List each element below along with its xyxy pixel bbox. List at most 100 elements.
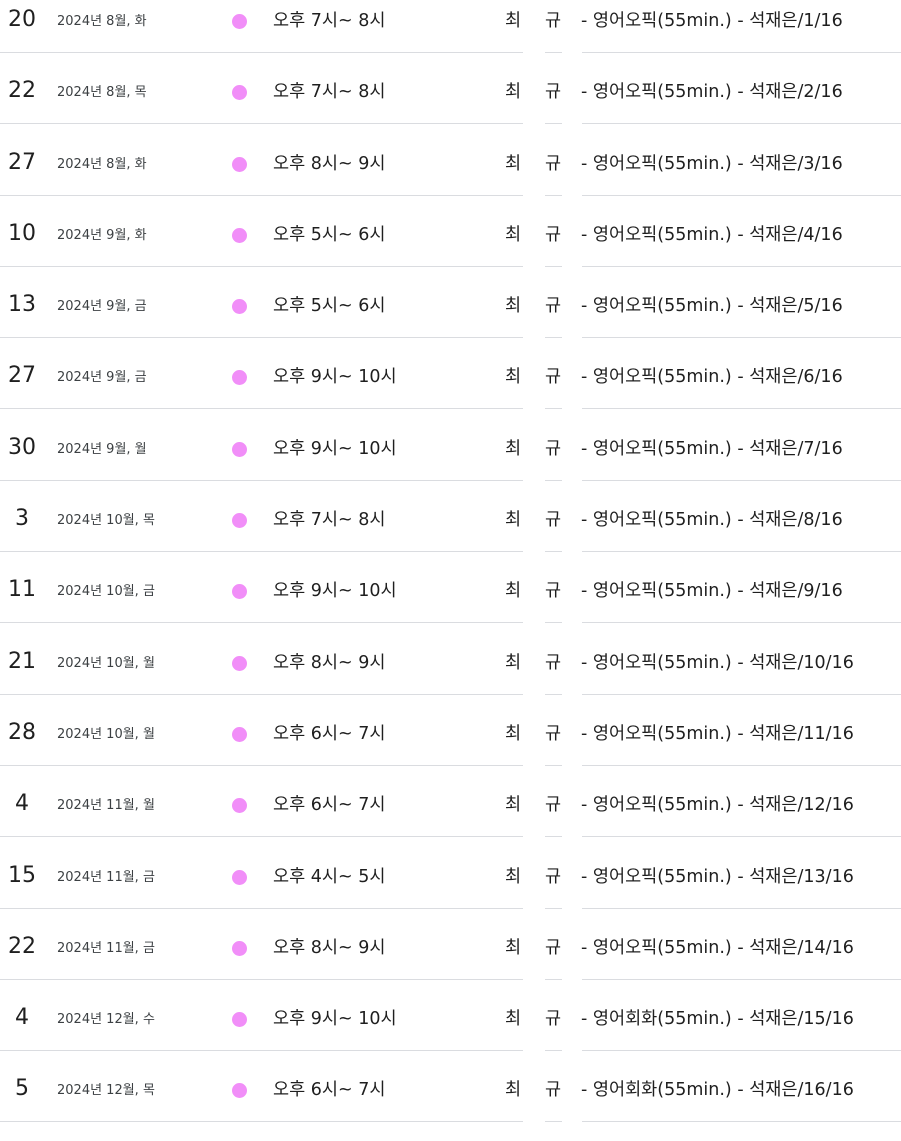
row-divider xyxy=(582,836,901,838)
row-divider xyxy=(0,1121,523,1123)
row-divider xyxy=(545,265,562,267)
agenda-event-row[interactable]: 5 2024년 12월, 목 오후 6시~ 7시 최 규 - 영어회화(55min.) -… xyxy=(0,1069,901,1140)
event-title[interactable]: - 영어오픽(55min.) - 석재은/1/16 xyxy=(581,0,843,42)
event-owner-char-1: 최 xyxy=(505,795,522,816)
row-divider xyxy=(545,1121,562,1123)
event-owner-char-1: 최 xyxy=(505,296,522,317)
event-day-number[interactable]: 28 xyxy=(0,713,44,753)
row-divider xyxy=(582,764,901,766)
row-divider xyxy=(0,693,523,695)
event-day-number[interactable]: 4 xyxy=(0,784,44,824)
row-divider xyxy=(582,337,901,339)
row-divider xyxy=(582,907,901,909)
event-title[interactable]: - 영어오픽(55min.) - 석재은/4/16 xyxy=(581,214,843,256)
row-divider xyxy=(0,337,523,339)
event-time: 오후 9시~ 10시 xyxy=(273,367,397,388)
event-day-number[interactable]: 21 xyxy=(0,642,44,682)
agenda-event-row[interactable]: 30 2024년 9월, 월 오후 9시~ 10시 최 규 - 영어오픽(55min.) … xyxy=(0,428,901,499)
event-day-number[interactable]: 22 xyxy=(0,927,44,967)
event-owner-char-1: 최 xyxy=(505,510,522,531)
row-divider xyxy=(0,836,523,838)
event-day-number[interactable]: 22 xyxy=(0,71,44,111)
row-divider xyxy=(582,1050,901,1052)
event-color-dot xyxy=(232,1012,247,1028)
event-owner-char-1: 최 xyxy=(505,937,522,958)
event-time: 오후 5시~ 6시 xyxy=(273,296,386,317)
event-title[interactable]: - 영어오픽(55min.) - 석재은/14/16 xyxy=(581,927,854,969)
agenda-event-row[interactable]: 3 2024년 10월, 목 오후 7시~ 8시 최 규 - 영어오픽(55min.) -… xyxy=(0,499,901,570)
event-day-number[interactable]: 27 xyxy=(0,356,44,396)
event-day-number[interactable]: 27 xyxy=(0,143,44,183)
event-owner-char-2: 규 xyxy=(545,1080,562,1101)
event-month-weekday: 2024년 10월, 목 xyxy=(57,513,155,529)
agenda-event-row[interactable]: 13 2024년 9월, 금 오후 5시~ 6시 최 규 - 영어오픽(55min.) -… xyxy=(0,285,901,356)
event-color-dot xyxy=(232,441,247,457)
event-title[interactable]: - 영어오픽(55min.) - 석재은/6/16 xyxy=(581,356,843,398)
event-month-weekday: 2024년 9월, 화 xyxy=(57,227,147,243)
agenda-event-row[interactable]: 20 2024년 8월, 화 오후 7시~ 8시 최 규 - 영어오픽(55min.) -… xyxy=(0,0,901,71)
event-title[interactable]: - 영어오픽(55min.) - 석재은/5/16 xyxy=(581,285,843,327)
row-divider xyxy=(545,836,562,838)
event-day-number[interactable]: 11 xyxy=(0,570,44,610)
event-month-weekday: 2024년 9월, 월 xyxy=(57,441,147,457)
event-title[interactable]: - 영어회화(55min.) - 석재은/16/16 xyxy=(581,1069,854,1111)
row-divider xyxy=(545,408,562,410)
row-divider xyxy=(545,479,562,481)
event-color-dot xyxy=(232,156,247,172)
event-day-number[interactable]: 3 xyxy=(0,499,44,539)
event-title[interactable]: - 영어오픽(55min.) - 석재은/12/16 xyxy=(581,784,854,826)
event-day-number[interactable]: 20 xyxy=(0,0,44,40)
event-month-weekday: 2024년 8월, 목 xyxy=(57,85,147,101)
agenda-event-row[interactable]: 11 2024년 10월, 금 오후 9시~ 10시 최 규 - 영어오픽(55min.)… xyxy=(0,570,901,641)
event-color-dot xyxy=(232,726,247,742)
row-divider xyxy=(0,479,523,481)
event-title[interactable]: - 영어오픽(55min.) - 석재은/7/16 xyxy=(581,428,843,470)
event-color-dot xyxy=(232,798,247,814)
agenda-event-row[interactable]: 27 2024년 8월, 화 오후 8시~ 9시 최 규 - 영어오픽(55min.) -… xyxy=(0,143,901,214)
row-divider xyxy=(582,693,901,695)
event-title[interactable]: - 영어오픽(55min.) - 석재은/10/16 xyxy=(581,642,854,684)
event-month-weekday: 2024년 9월, 금 xyxy=(57,299,147,315)
event-day-number[interactable]: 4 xyxy=(0,998,44,1038)
event-owner-char-1: 최 xyxy=(505,1009,522,1030)
event-time: 오후 8시~ 9시 xyxy=(273,153,386,174)
event-title[interactable]: - 영어오픽(55min.) - 석재은/13/16 xyxy=(581,856,854,898)
event-owner-char-1: 최 xyxy=(505,153,522,174)
agenda-event-row[interactable]: 4 2024년 12월, 수 오후 9시~ 10시 최 규 - 영어회화(55min.) … xyxy=(0,998,901,1069)
event-day-number[interactable]: 10 xyxy=(0,214,44,254)
event-title[interactable]: - 영어오픽(55min.) - 석재은/9/16 xyxy=(581,570,843,612)
row-divider xyxy=(545,194,562,196)
row-divider xyxy=(545,551,562,553)
agenda-event-row[interactable]: 27 2024년 9월, 금 오후 9시~ 10시 최 규 - 영어오픽(55min.) … xyxy=(0,356,901,427)
event-color-dot xyxy=(232,584,247,600)
agenda-event-row[interactable]: 22 2024년 11월, 금 오후 8시~ 9시 최 규 - 영어오픽(55min.) … xyxy=(0,927,901,998)
row-divider xyxy=(0,408,523,410)
event-day-number[interactable]: 13 xyxy=(0,285,44,325)
agenda-event-row[interactable]: 21 2024년 10월, 월 오후 8시~ 9시 최 규 - 영어오픽(55min.) … xyxy=(0,642,901,713)
event-month-weekday: 2024년 10월, 월 xyxy=(57,726,155,742)
row-divider xyxy=(0,194,523,196)
event-title[interactable]: - 영어회화(55min.) - 석재은/15/16 xyxy=(581,998,854,1040)
agenda-event-row[interactable]: 22 2024년 8월, 목 오후 7시~ 8시 최 규 - 영어오픽(55min.) -… xyxy=(0,71,901,142)
event-title[interactable]: - 영어오픽(55min.) - 석재은/3/16 xyxy=(581,143,843,185)
agenda-event-row[interactable]: 28 2024년 10월, 월 오후 6시~ 7시 최 규 - 영어오픽(55min.) … xyxy=(0,713,901,784)
event-title[interactable]: - 영어오픽(55min.) - 석재은/2/16 xyxy=(581,71,843,113)
event-month-weekday: 2024년 11월, 월 xyxy=(57,798,155,814)
agenda-event-row[interactable]: 4 2024년 11월, 월 오후 6시~ 7시 최 규 - 영어오픽(55min.) -… xyxy=(0,784,901,855)
row-divider xyxy=(582,52,901,53)
agenda-event-row[interactable]: 10 2024년 9월, 화 오후 5시~ 6시 최 규 - 영어오픽(55min.) -… xyxy=(0,214,901,285)
row-divider xyxy=(582,1121,901,1123)
agenda-event-row[interactable]: 15 2024년 11월, 금 오후 4시~ 5시 최 규 - 영어오픽(55min.) … xyxy=(0,856,901,927)
event-title[interactable]: - 영어오픽(55min.) - 석재은/11/16 xyxy=(581,713,854,755)
event-day-number[interactable]: 30 xyxy=(0,428,44,468)
event-title[interactable]: - 영어오픽(55min.) - 석재은/8/16 xyxy=(581,499,843,541)
event-owner-char-2: 규 xyxy=(545,153,562,174)
event-color-dot xyxy=(232,940,247,956)
event-time: 오후 7시~ 8시 xyxy=(273,11,386,31)
row-divider xyxy=(545,52,562,53)
row-divider xyxy=(0,52,523,53)
event-owner-char-2: 규 xyxy=(545,1009,562,1030)
event-day-number[interactable]: 5 xyxy=(0,1069,44,1109)
row-divider xyxy=(545,907,562,909)
event-day-number[interactable]: 15 xyxy=(0,856,44,896)
